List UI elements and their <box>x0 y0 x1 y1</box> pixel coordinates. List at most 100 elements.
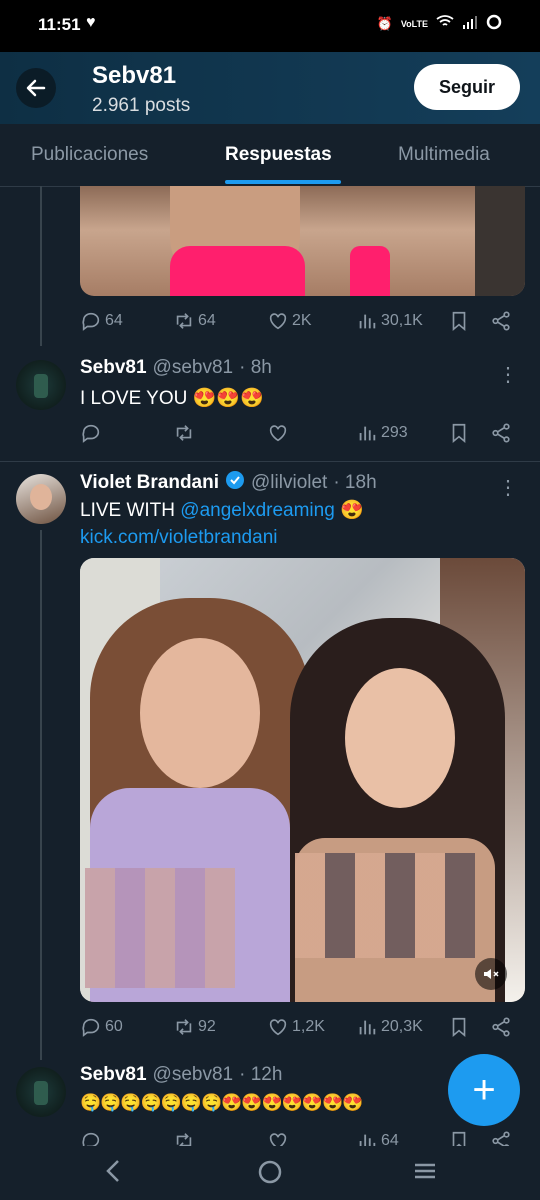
reply-button[interactable] <box>80 1130 102 1146</box>
more-options-icon[interactable]: ⋮ <box>498 475 518 500</box>
view-count: 293 <box>381 424 408 441</box>
retweet-count: 92 <box>198 1018 216 1035</box>
share-button[interactable] <box>490 1016 512 1038</box>
like-button[interactable] <box>267 1130 289 1146</box>
retweet-button[interactable] <box>173 1130 195 1146</box>
thread-line <box>40 530 42 1060</box>
mention-link[interactable]: @angelxdreaming <box>180 500 335 521</box>
author-name[interactable]: Sebv81 <box>80 1064 147 1086</box>
reply-count: 64 <box>105 312 123 329</box>
compose-button[interactable]: + <box>448 1054 520 1126</box>
avatar[interactable] <box>16 1067 66 1117</box>
nav-back-button[interactable] <box>102 1158 124 1189</box>
author-handle[interactable]: @sebv81 <box>153 1064 234 1086</box>
tweet-emoji: 😍 <box>334 500 364 521</box>
reply-icon <box>82 424 100 443</box>
avatar[interactable] <box>16 360 66 410</box>
view-count: 30,1K <box>381 312 423 329</box>
views-button[interactable]: 293 <box>356 422 408 444</box>
wifi-icon <box>436 15 454 32</box>
home-circle-icon <box>258 1160 282 1184</box>
nav-recents-button[interactable] <box>412 1158 438 1189</box>
profile-name: Sebv81 <box>92 62 177 89</box>
views-button[interactable]: 20,3K <box>356 1016 423 1038</box>
tweet-time: · 12h <box>239 1064 283 1085</box>
heart-icon <box>269 313 287 330</box>
active-tab-indicator <box>225 180 341 184</box>
thread-line <box>40 186 42 346</box>
like-count: 1,2K <box>292 1018 325 1035</box>
heart-notification-icon: ♥ <box>86 14 96 31</box>
avatar[interactable] <box>16 474 66 524</box>
share-icon <box>492 1017 510 1037</box>
tweet-text-prefix: LIVE WITH <box>80 500 181 521</box>
status-bar: 11:51 ♥ ⏰ VoLTE <box>0 0 540 52</box>
system-navigation-bar <box>0 1146 540 1200</box>
share-button[interactable] <box>490 310 512 332</box>
follow-button[interactable]: Seguir <box>414 64 520 110</box>
retweet-icon <box>176 313 192 329</box>
tweet-header: Sebv81 @sebv81 · 12h <box>80 1064 282 1086</box>
divider <box>0 461 540 462</box>
tweet-time: · 8h <box>239 357 272 378</box>
profile-tabs: Publicaciones Respuestas Multimedia <box>0 124 540 187</box>
tweet-text: LIVE WITH @angelxdreaming 😍 <box>80 498 364 522</box>
alarm-icon: ⏰ <box>376 15 393 31</box>
bookmark-button[interactable] <box>448 1016 470 1038</box>
tweet-text: 🤤🤤🤤🤤🤤🤤🤤😍😍😍😍😍😍😍 <box>80 1093 363 1112</box>
chevron-left-icon <box>106 1160 119 1182</box>
retweet-button[interactable]: 64 <box>173 310 216 332</box>
retweet-button[interactable] <box>173 422 195 444</box>
share-button[interactable] <box>490 422 512 444</box>
like-button[interactable]: 2K <box>267 310 312 332</box>
bookmark-button[interactable] <box>448 310 470 332</box>
battery-icon <box>486 14 502 33</box>
bookmark-icon <box>452 1017 466 1038</box>
view-count: 64 <box>381 1132 399 1146</box>
back-button[interactable] <box>16 68 56 108</box>
reply-button[interactable] <box>80 422 102 444</box>
author-name[interactable]: Violet Brandani <box>80 472 219 494</box>
like-button[interactable]: 1,2K <box>267 1016 325 1038</box>
reply-button[interactable]: 64 <box>80 310 123 332</box>
arrow-left-icon <box>26 79 46 97</box>
tweet-header: Sebv81 @sebv81 · 8h <box>80 357 272 379</box>
author-name[interactable]: Sebv81 <box>80 357 147 379</box>
views-icon <box>359 1134 376 1146</box>
retweet-icon <box>176 1133 192 1146</box>
reply-button[interactable]: 60 <box>80 1016 123 1038</box>
tab-replies[interactable]: Respuestas <box>225 144 332 166</box>
bookmark-button[interactable] <box>448 422 470 444</box>
avatar-figure <box>34 1081 48 1105</box>
retweet-button[interactable]: 92 <box>173 1016 216 1038</box>
signal-icon <box>462 15 478 32</box>
post-count: 2.961 posts <box>92 95 191 116</box>
views-button[interactable]: 30,1K <box>356 310 423 332</box>
recents-icon <box>415 1163 435 1179</box>
views-button[interactable]: 64 <box>356 1130 399 1146</box>
tweet-actions: 64 64 2K 30,1K <box>80 310 525 340</box>
bookmark-button[interactable] <box>448 1130 470 1146</box>
pixelated-censor <box>85 868 235 988</box>
author-handle[interactable]: @lilviolet <box>251 472 327 494</box>
views-icon <box>359 314 376 329</box>
like-count: 2K <box>292 312 312 329</box>
retweet-count: 64 <box>198 312 216 329</box>
pixelated-censor <box>295 853 475 958</box>
like-button[interactable] <box>267 422 289 444</box>
tab-media[interactable]: Multimedia <box>398 144 490 166</box>
author-handle[interactable]: @sebv81 <box>153 357 234 379</box>
tweet-media-image[interactable] <box>80 186 525 296</box>
external-link[interactable]: kick.com/violetbrandani <box>80 527 277 549</box>
avatar-figure <box>34 374 48 398</box>
video-shape <box>345 668 455 808</box>
share-button[interactable] <box>490 1130 512 1146</box>
views-icon <box>359 1020 376 1035</box>
more-options-icon[interactable]: ⋮ <box>498 362 518 387</box>
mute-button[interactable] <box>475 958 507 990</box>
nav-home-button[interactable] <box>256 1158 284 1191</box>
reply-icon <box>82 1018 100 1037</box>
bookmark-icon <box>452 423 466 444</box>
tab-posts[interactable]: Publicaciones <box>31 144 148 166</box>
tweet-media-video[interactable] <box>80 558 525 1002</box>
